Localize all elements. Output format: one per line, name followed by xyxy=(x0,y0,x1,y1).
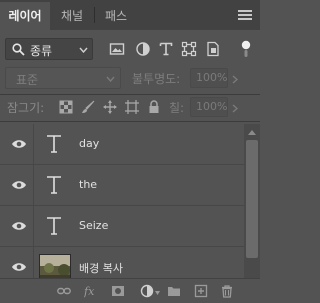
lock-transparent-pixels-icon[interactable] xyxy=(59,100,73,114)
layer-row[interactable]: the xyxy=(0,165,244,206)
filter-toggle-switch[interactable] xyxy=(241,40,251,58)
divider xyxy=(33,124,34,165)
text-layer-icon xyxy=(47,217,61,235)
divider xyxy=(33,165,34,206)
tab-channels[interactable]: 채널 xyxy=(52,2,92,30)
layer-row[interactable]: 배경 복사 xyxy=(0,247,244,278)
opacity-field[interactable]: 100% xyxy=(190,68,228,88)
divider xyxy=(33,206,34,247)
lock-label: 잠그기: xyxy=(7,101,45,115)
adjustment-filter-icon[interactable] xyxy=(135,41,151,57)
divider xyxy=(0,121,260,122)
tab-paths[interactable]: 패스 xyxy=(96,2,136,30)
eye-icon[interactable] xyxy=(11,137,27,151)
search-icon xyxy=(12,43,25,56)
chevron-right-icon[interactable] xyxy=(232,75,238,84)
eye-icon[interactable] xyxy=(11,219,27,233)
filter-kind-label: 종류 xyxy=(30,44,53,58)
layer-name: 배경 복사 xyxy=(79,262,123,275)
chevron-down-icon xyxy=(106,76,115,82)
fill-label: 칠: xyxy=(169,101,185,115)
divider xyxy=(33,247,34,278)
layers-list: day the Seize 배경 복사 xyxy=(0,124,244,278)
opacity-label: 불투명도: xyxy=(132,72,181,86)
layer-style-fx-icon[interactable]: fx xyxy=(84,284,98,298)
shape-filter-icon[interactable] xyxy=(181,41,197,57)
fill-field[interactable]: 100% xyxy=(190,97,228,117)
trash-icon[interactable] xyxy=(220,284,234,298)
panel-tab-bar: 레이어 채널 패스 xyxy=(0,0,260,30)
lock-position-icon[interactable] xyxy=(103,100,117,114)
text-layer-icon xyxy=(47,135,61,153)
chevron-right-icon[interactable] xyxy=(232,104,238,113)
add-mask-icon[interactable] xyxy=(111,284,125,298)
svg-text:fx: fx xyxy=(84,285,95,298)
panel-menu-icon[interactable] xyxy=(238,10,252,20)
layer-row[interactable]: day xyxy=(0,124,244,165)
new-group-folder-icon[interactable] xyxy=(167,284,181,298)
lock-image-pixels-icon[interactable] xyxy=(81,100,95,114)
divider xyxy=(0,94,260,95)
text-layer-icon xyxy=(47,176,61,194)
chevron-down-icon xyxy=(79,47,88,53)
tab-separator xyxy=(94,7,95,23)
new-layer-icon[interactable] xyxy=(194,284,208,298)
layer-row[interactable]: Seize xyxy=(0,206,244,247)
lock-artboard-icon[interactable] xyxy=(125,100,139,114)
tab-layers[interactable]: 레이어 xyxy=(0,2,50,30)
layer-name: the xyxy=(79,178,98,191)
panel-bottom-bar: fx xyxy=(0,278,260,303)
type-filter-icon[interactable] xyxy=(158,41,174,57)
layer-name: day xyxy=(79,137,100,150)
scroll-up-icon[interactable] xyxy=(248,130,256,135)
smart-object-filter-icon[interactable] xyxy=(205,41,221,57)
link-layers-icon[interactable] xyxy=(57,284,71,298)
adjustment-layer-icon[interactable] xyxy=(140,284,154,298)
layer-thumbnail xyxy=(39,254,71,278)
blend-mode-select[interactable]: 표준 xyxy=(5,67,121,89)
blend-mode-value: 표준 xyxy=(16,73,39,87)
filter-kind-select[interactable]: 종류 xyxy=(5,38,93,60)
layer-name: Seize xyxy=(79,219,109,232)
scrollbar-thumb[interactable] xyxy=(246,140,258,258)
lock-all-icon[interactable] xyxy=(147,100,161,114)
image-filter-icon[interactable] xyxy=(109,41,125,57)
eye-icon[interactable] xyxy=(11,260,27,274)
eye-icon[interactable] xyxy=(11,178,27,192)
chevron-down-icon xyxy=(155,291,160,295)
